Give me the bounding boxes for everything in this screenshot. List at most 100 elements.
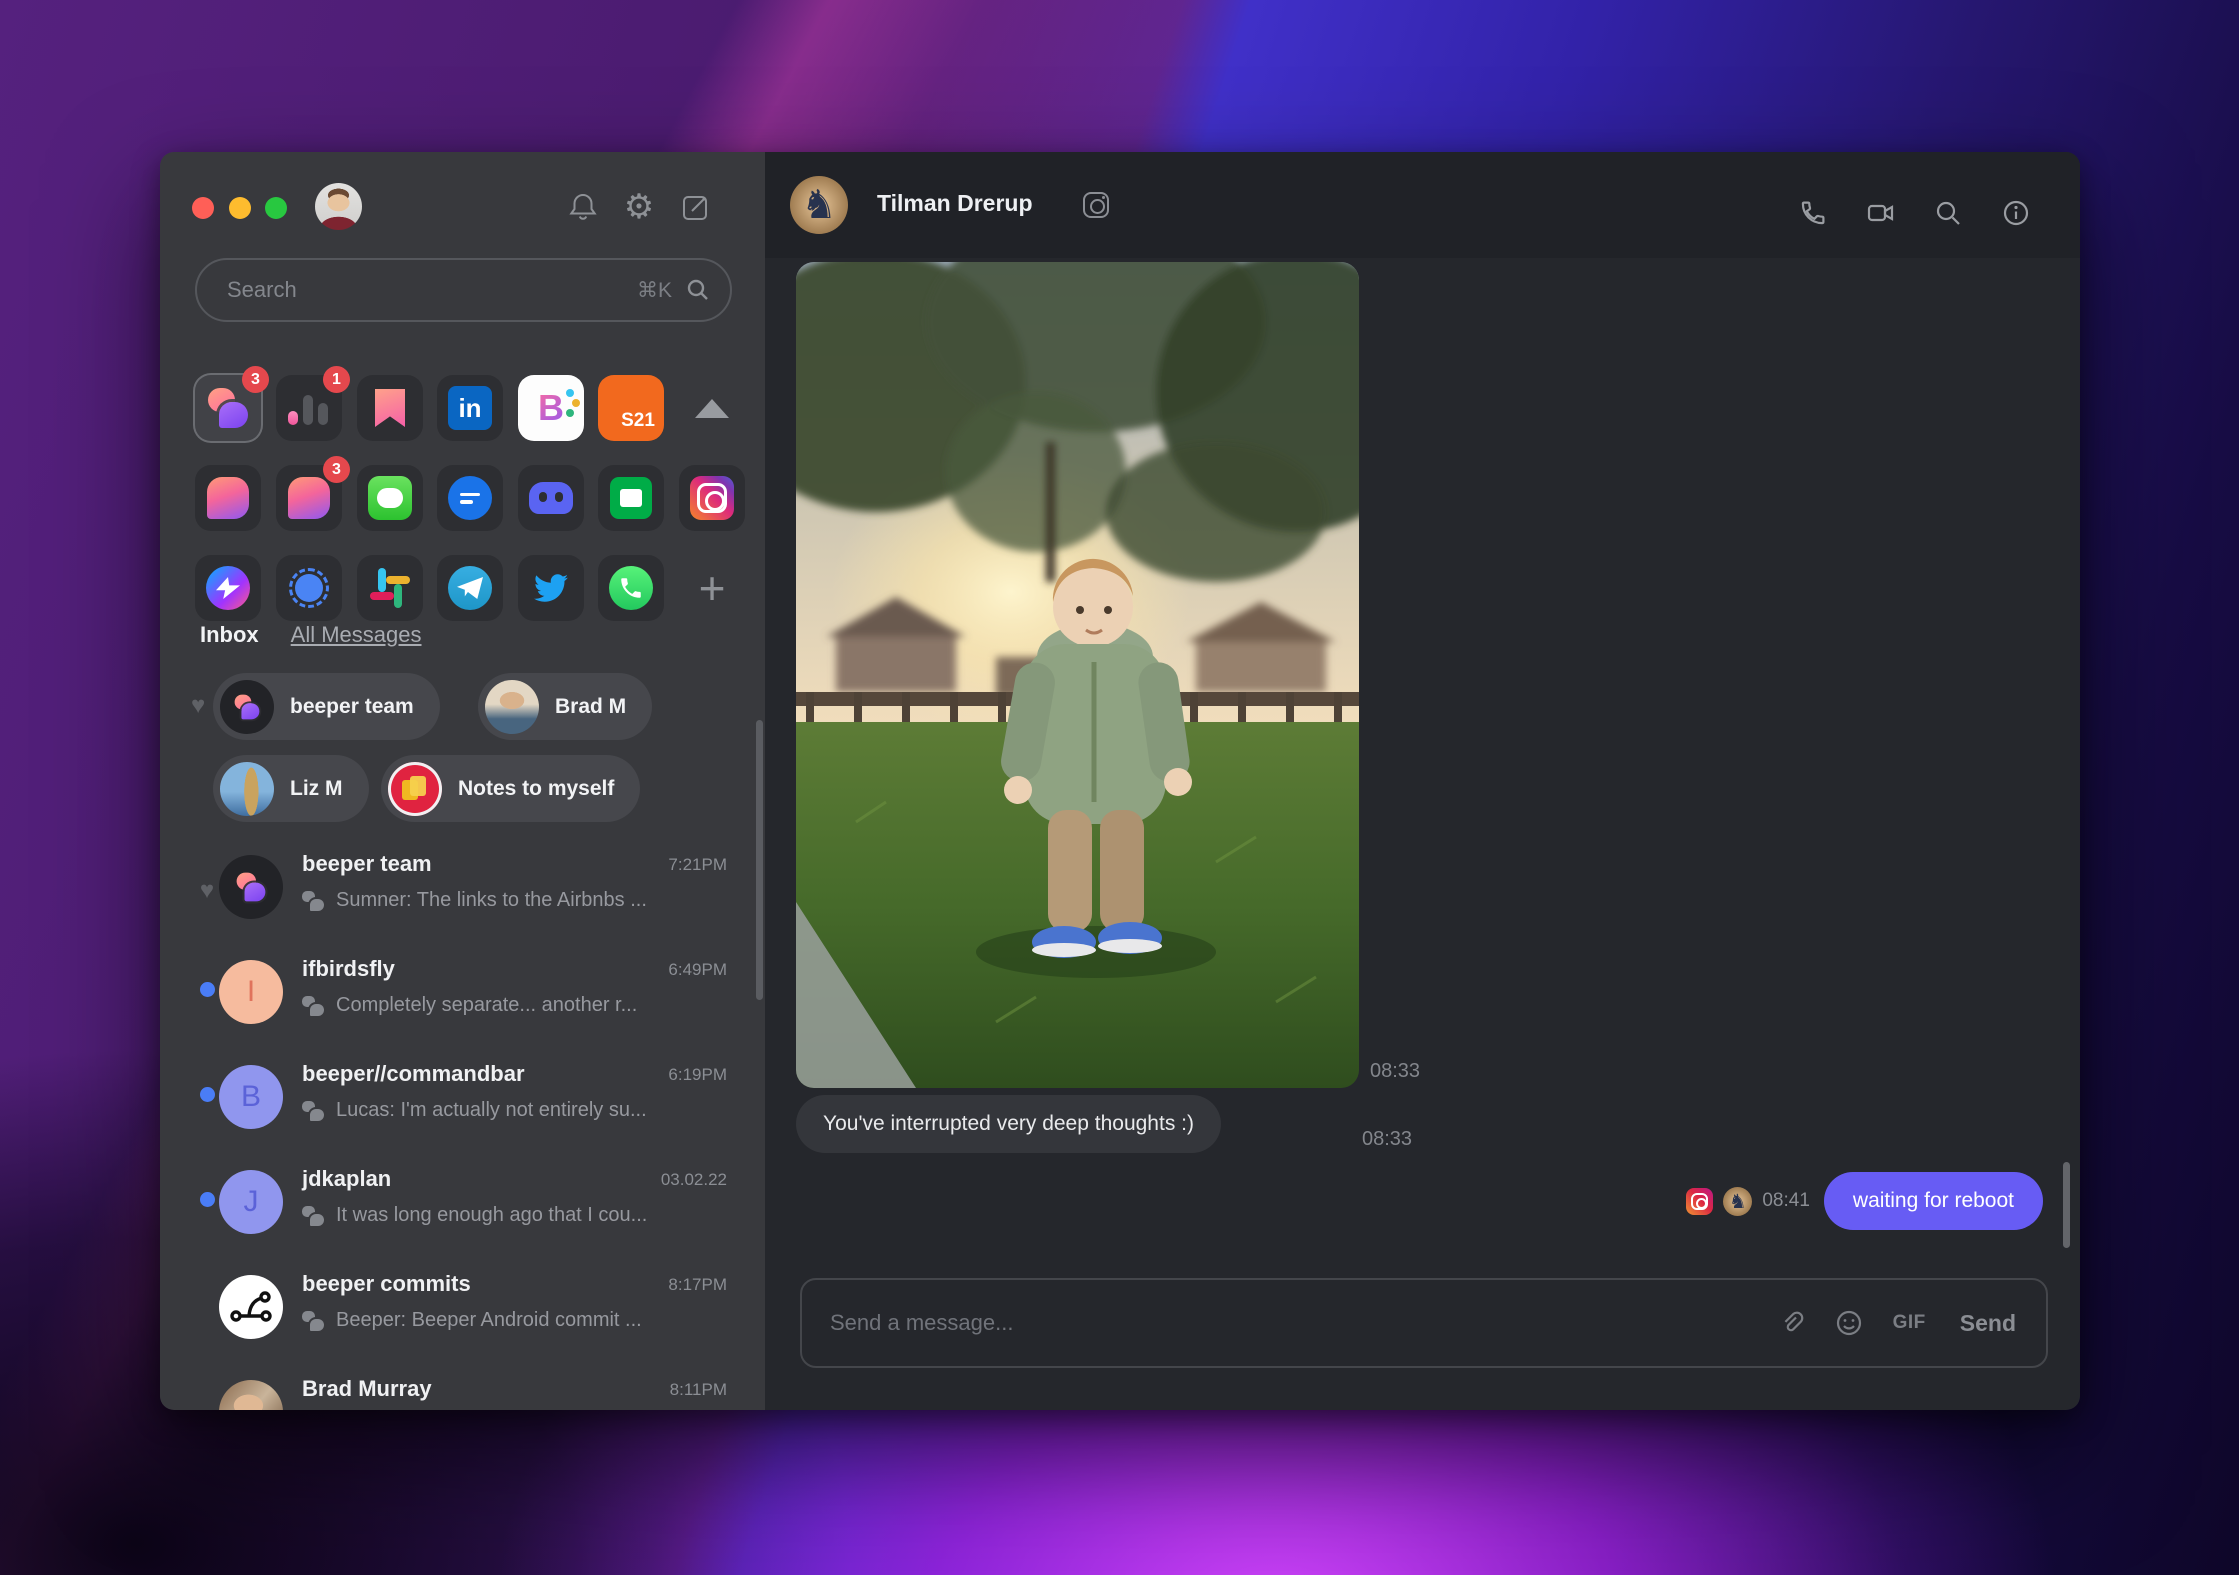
call-phone-icon[interactable] [1795,196,1831,232]
compose-new-message-icon[interactable] [679,190,713,224]
activity-chart-icon [288,391,330,425]
message-preview-icon [302,890,324,911]
discord-icon [529,482,573,514]
network-tile-slack[interactable] [357,555,423,621]
signal-icon [289,568,329,608]
chat-scrollbar[interactable] [2063,1162,2070,1248]
unread-dot [199,1087,215,1102]
contact-avatar: J [219,1170,283,1234]
unread-dot [199,982,215,997]
search-icon [687,279,708,300]
collapse-grid-button[interactable] [679,375,745,441]
chat-row-beeper-commits[interactable]: beeper commits 8:17PM Beeper: Beeper And… [160,1255,765,1360]
network-tile-sms[interactable] [437,465,503,531]
unread-badge: 3 [242,366,269,393]
chat-title: Tilman Drerup [877,190,1033,216]
emoji-smiley-icon[interactable] [1835,1309,1863,1337]
message-timestamp: 08:41 [1762,1190,1810,1211]
message-composer[interactable]: Send a message... GIF Send [800,1278,2048,1368]
network-tile-messenger[interactable] [195,555,261,621]
sms-icon [448,476,492,520]
network-tile-whatsapp[interactable] [598,555,664,621]
favorite-pill-brad-m[interactable]: Brad M [478,673,653,740]
chat-pane: ♞ Tilman Drerup 08:33 You've interrupted… [765,152,2080,1410]
network-tile-instagram[interactable] [679,465,745,531]
search-placeholder: Search [227,277,297,302]
network-tile-bookmarks[interactable] [357,375,423,441]
favorite-pill-liz-m[interactable]: Liz M [213,755,369,822]
notes-icon [388,761,442,816]
liz-m-avatar [220,761,274,816]
network-tile-telegram[interactable] [437,555,503,621]
attachment-paperclip-icon[interactable] [1777,1309,1805,1337]
network-tile-linkedin[interactable]: in [437,375,503,441]
received-message-bubble[interactable]: You've interrupted very deep thoughts :) [796,1095,1221,1153]
sidebar-scrollbar[interactable] [756,720,763,1000]
add-network-button[interactable]: + [679,555,745,621]
chat-row-beeper-commandbar[interactable]: B beeper//commandbar 6:19PM Lucas: I'm a… [160,1045,765,1150]
search-input[interactable]: Search ⌘K [195,258,732,322]
imessage-icon [368,476,412,520]
chat-row-ifbirdsfly[interactable]: I ifbirdsfly 6:49PM Completely separate.… [160,940,765,1045]
search-in-chat-icon[interactable] [1930,196,1966,232]
messenger-icon [206,566,250,610]
chat-row-beeper-team[interactable]: ♥ beeper team 7:21PM Sumner: The links t… [160,835,765,940]
network-tile-beeper-chat[interactable] [195,465,261,531]
beeper-bubble-icon [207,477,249,519]
read-receipt-avatar: ♞ [1723,1186,1753,1216]
inbox-header: Inbox All Messages [200,622,422,648]
google-chat-icon [610,477,652,519]
zoom-window-button[interactable] [265,197,287,219]
s21-icon: S21 [621,410,655,431]
favorite-pill-beeper-team[interactable]: beeper team [213,673,440,740]
beeper-team-avatar [219,855,283,919]
sent-message-bubble[interactable]: waiting for reboot [1823,1172,2043,1230]
network-tile-beeper[interactable]: 3 [195,366,269,441]
message-preview-icon [302,1100,324,1121]
network-tile-twitter[interactable] [518,555,584,621]
network-tile-s21[interactable]: S21 [598,375,664,441]
slack-icon [370,568,410,608]
beeper-team-avatar [220,679,274,734]
brad-m-avatar [485,679,539,734]
contact-avatar [219,1380,283,1410]
user-avatar[interactable] [315,183,362,230]
send-button[interactable]: Send [1960,1310,2016,1337]
all-messages-link[interactable]: All Messages [291,622,422,648]
beeper-logo-icon [206,387,250,429]
instagram-icon [690,476,734,520]
gif-button[interactable]: GIF [1893,1312,1926,1334]
close-window-button[interactable] [192,197,214,219]
chat-row-brad-murray[interactable]: Brad Murray 8:11PM [160,1360,765,1410]
favorite-pill-notes-to-myself[interactable]: Notes to myself [381,755,641,822]
beeper-b-icon: B [538,387,580,429]
notifications-bell-icon[interactable] [566,190,600,224]
video-call-icon[interactable] [1863,196,1899,232]
contact-avatar-knight[interactable]: ♞ [790,176,848,234]
network-tile-activity[interactable]: 1 [276,366,350,441]
network-tile-imessage[interactable] [357,465,423,531]
desktop-wallpaper: ⚙ Search ⌘K 3 1 in B S21 3 + Inbox All M… [0,0,2239,1575]
network-tile-google-chat[interactable] [598,465,664,531]
network-tile-discord[interactable] [518,465,584,531]
contact-avatar: I [219,960,283,1024]
chat-header: ♞ Tilman Drerup [765,152,2080,258]
settings-gear-icon[interactable]: ⚙ [622,190,656,224]
favorites-heart-icon: ♥ [191,692,206,719]
favorite-heart-icon: ♥ [199,877,215,904]
network-tile-signal[interactable] [276,555,342,621]
contact-avatar: B [219,1065,283,1129]
message-timestamp: 08:33 [1362,1128,1413,1150]
whatsapp-icon [609,566,653,610]
network-tile-beeper-b[interactable]: B [518,375,584,441]
chat-row-jdkaplan[interactable]: J jdkaplan 03.02.22 It was long enough a… [160,1150,765,1255]
unread-dot [199,1192,215,1207]
telegram-icon [448,566,492,610]
sidebar: ⚙ Search ⌘K 3 1 in B S21 3 + Inbox All M… [160,152,765,1410]
chat-photo-toddler[interactable] [796,262,1359,1088]
network-tile-beeper-chat-2[interactable]: 3 [276,456,350,531]
plus-icon: + [698,562,726,614]
minimize-window-button[interactable] [229,197,251,219]
sent-message-row: ♞ 08:41 waiting for reboot [1686,1172,2043,1230]
chat-info-icon[interactable] [1998,196,2034,232]
